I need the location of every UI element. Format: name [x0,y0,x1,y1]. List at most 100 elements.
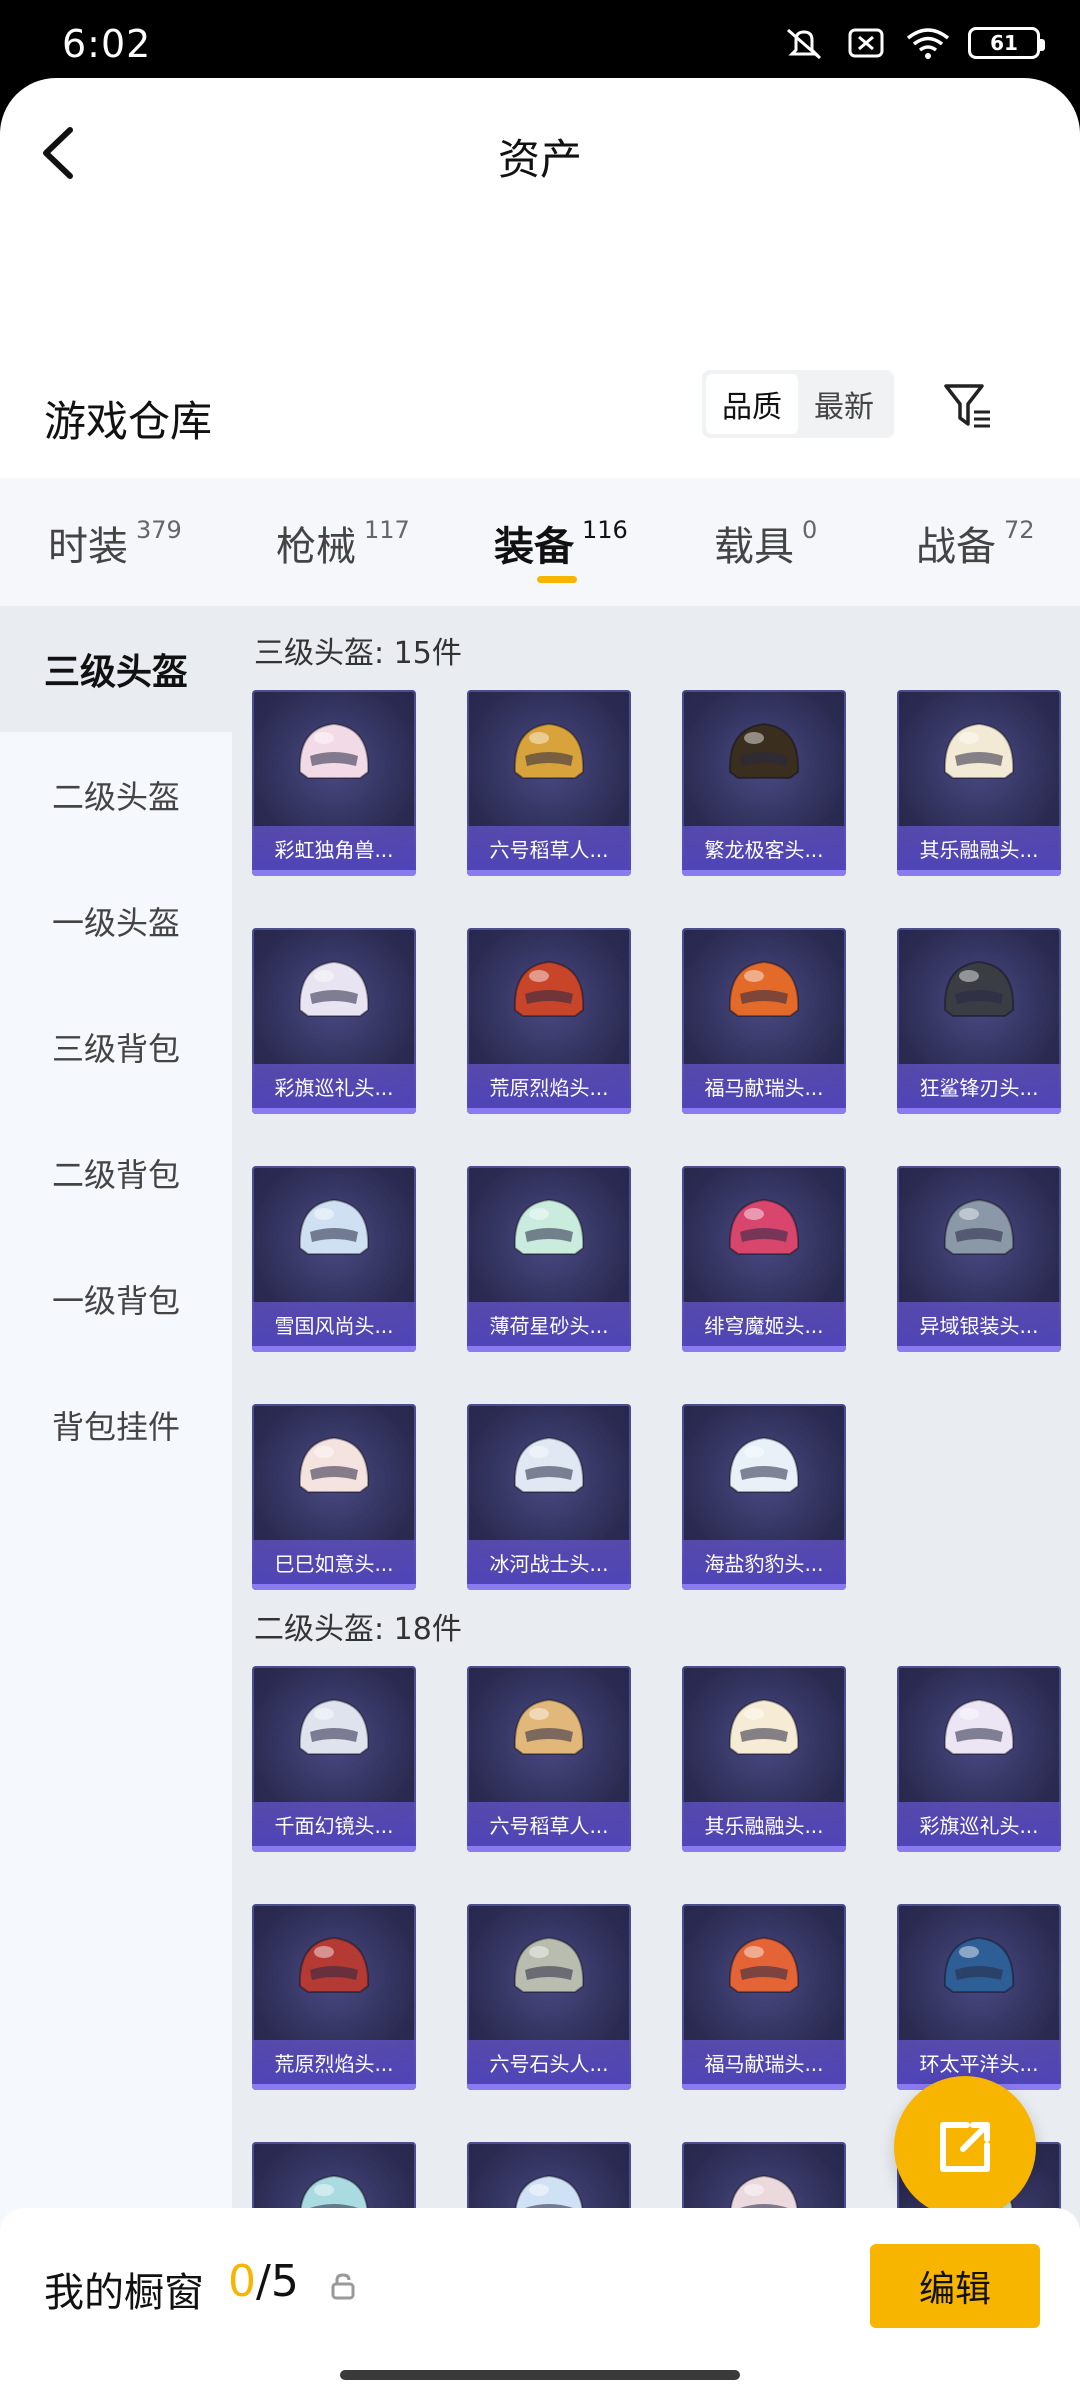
rarity-bar [252,1108,416,1114]
item-card[interactable]: 环太平洋头... [897,1904,1061,2090]
helmet-icon [513,722,585,779]
page-title: 资产 [497,135,582,184]
item-name: 冰河战士头... [467,1540,631,1584]
sidebar-item-level1-backpack[interactable]: 一级背包 [0,1236,232,1362]
tab-label: 战备 [916,524,996,570]
category-tabs: 时装 379 枪械 117 装备 116 载具 0 战备 72 [0,478,1080,606]
helmet-icon [513,1698,585,1755]
item-card[interactable]: 其乐融融头... [897,690,1061,876]
sort-quality-button[interactable]: 品质 [706,374,798,434]
helmet-icon [728,1436,800,1493]
item-name: 绯穹魔姬头... [682,1302,846,1346]
item-name: 薄荷星砂头... [467,1302,631,1346]
nav-bar: 资产 [0,78,1080,218]
rarity-bar [252,870,416,876]
sidebar-item-backpack-charm[interactable]: 背包挂件 [0,1362,232,1488]
sidebar-item-level3-helmet[interactable]: 三级头盔 [0,606,232,732]
helmet-icon [513,1936,585,1993]
rarity-bar [897,1846,1061,1852]
item-name: 狂鲨锋刃头... [897,1064,1061,1108]
helmet-icon [728,1198,800,1255]
filter-icon[interactable] [940,378,996,434]
item-card[interactable]: 六号稻草人... [467,1666,631,1852]
helmet-icon [298,960,370,1017]
item-card[interactable]: 巳巳如意头... [252,1404,416,1590]
sort-newest-button[interactable]: 最新 [798,374,890,434]
tab-equipment[interactable]: 装备 116 [494,514,628,572]
item-name: 海盐豹豹头... [682,1540,846,1584]
helmet-icon [943,1698,1015,1755]
rarity-bar [252,1346,416,1352]
tab-count: 0 [802,516,818,544]
helmet-icon [943,1936,1015,1993]
item-name: 荒原烈焰头... [467,1064,631,1108]
helmet-icon [298,1698,370,1755]
item-card[interactable]: 福马献瑞头... [682,928,846,1114]
showcase-count: 0/5 [228,2256,299,2307]
tab-firearms[interactable]: 枪械 117 [276,514,410,572]
rarity-bar [252,2084,416,2090]
mute-icon [787,28,821,60]
tab-vehicles[interactable]: 载具 0 [714,514,817,572]
item-name: 六号稻草人... [467,1802,631,1846]
item-card[interactable]: 六号石头人... [467,1904,631,2090]
item-card[interactable]: 彩旗巡礼头... [252,928,416,1114]
item-card[interactable]: 雪国风尚头... [252,1166,416,1352]
tab-label: 时装 [48,524,128,570]
helmet-icon [943,722,1015,779]
warehouse-header: 游戏仓库 品质 最新 [0,328,1080,468]
item-card[interactable]: 海盐豹豹头... [682,1404,846,1590]
rarity-bar [682,1584,846,1590]
showcase-total: /5 [256,2256,299,2307]
item-name: 彩旗巡礼头... [897,1802,1061,1846]
share-button[interactable] [894,2076,1036,2218]
tab-fashion[interactable]: 时装 379 [48,514,182,572]
item-card[interactable]: 其乐融融头... [682,1666,846,1852]
item-card[interactable]: 繁龙极客头... [682,690,846,876]
item-name: 六号石头人... [467,2040,631,2084]
helmet-icon [298,1936,370,1993]
rarity-bar [897,1346,1061,1352]
item-card[interactable]: 彩虹独角兽... [252,690,416,876]
rarity-bar [682,2084,846,2090]
sidebar-item-level3-backpack[interactable]: 三级背包 [0,984,232,1110]
warehouse-title: 游戏仓库 [44,397,213,446]
helmet-icon [298,722,370,779]
item-card[interactable]: 福马献瑞头... [682,1904,846,2090]
active-tab-indicator [537,576,577,583]
battery-icon: 61 [968,27,1045,59]
helmet-icon [943,1198,1015,1255]
sidebar-item-level2-helmet[interactable]: 二级头盔 [0,732,232,858]
item-name: 荒原烈焰头... [252,2040,416,2084]
sidebar-item-level2-backpack[interactable]: 二级背包 [0,1110,232,1236]
status-time: 6:02 [62,22,152,66]
item-card[interactable]: 彩旗巡礼头... [897,1666,1061,1852]
tab-count: 72 [1004,516,1035,544]
tab-count: 116 [582,516,628,544]
no-sim-icon [848,28,884,58]
rarity-bar [467,1846,631,1852]
item-card[interactable]: 六号稻草人... [467,690,631,876]
item-name: 异域银装头... [897,1302,1061,1346]
helmet-icon [513,1198,585,1255]
sort-toggle: 品质 最新 [702,370,894,438]
item-name: 雪国风尚头... [252,1302,416,1346]
item-card[interactable]: 薄荷星砂头... [467,1166,631,1352]
rarity-bar [467,870,631,876]
item-name: 其乐融融头... [682,1802,846,1846]
helmet-icon [728,1698,800,1755]
item-card[interactable]: 冰河战士头... [467,1404,631,1590]
sidebar-item-level1-helmet[interactable]: 一级头盔 [0,858,232,984]
item-card[interactable]: 荒原烈焰头... [467,928,631,1114]
edit-button[interactable]: 编辑 [870,2244,1040,2328]
item-card[interactable]: 荒原烈焰头... [252,1904,416,2090]
item-card[interactable]: 绯穹魔姬头... [682,1166,846,1352]
rarity-bar [682,1108,846,1114]
tab-label: 装备 [494,524,574,570]
item-card[interactable]: 千面幻镜头... [252,1666,416,1852]
item-card[interactable]: 狂鲨锋刃头... [897,928,1061,1114]
item-card[interactable]: 异域银装头... [897,1166,1061,1352]
helmet-icon [298,1198,370,1255]
tab-supplies[interactable]: 战备 72 [916,514,1035,572]
tab-label: 枪械 [276,524,356,570]
